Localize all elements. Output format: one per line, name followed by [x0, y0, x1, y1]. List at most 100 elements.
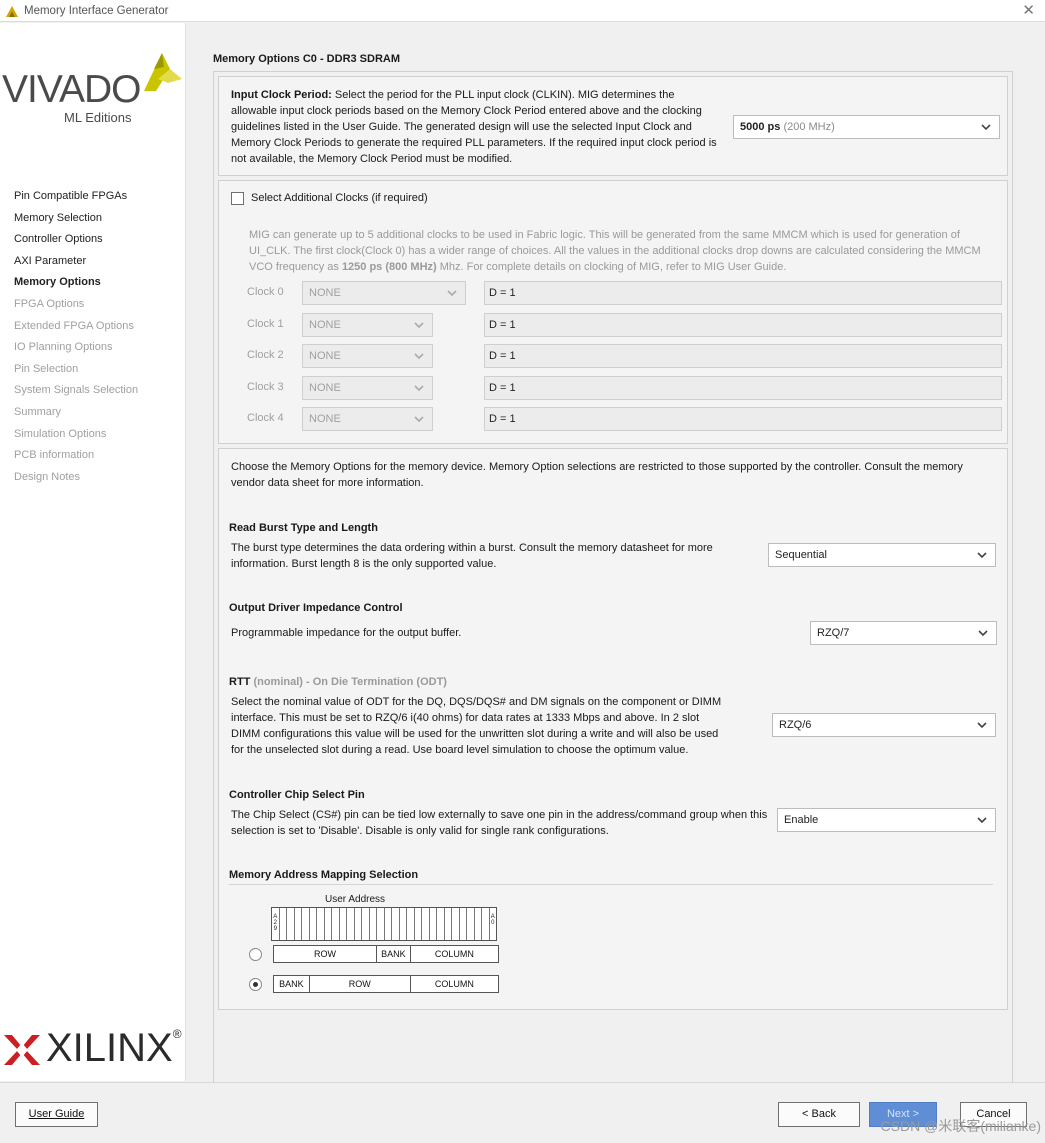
- address-bit-cell: [392, 908, 400, 940]
- rtt-description: Select the nominal value of ODT for the …: [231, 696, 722, 756]
- address-bit-cell: [317, 908, 325, 940]
- segment-row: ROW: [310, 976, 411, 992]
- address-bit-cell: [445, 908, 452, 940]
- rtt-nominal-select[interactable]: RZQ/6: [772, 713, 996, 737]
- user-guide-button[interactable]: User Guide: [15, 1102, 98, 1127]
- address-mapping-radio-2[interactable]: [249, 978, 262, 991]
- chevron-down-icon: [977, 552, 987, 559]
- user-address-bits: A29 A0: [271, 907, 497, 941]
- input-clock-description: Input Clock Period: Select the period fo…: [231, 89, 717, 165]
- clock-3-select[interactable]: NONE: [302, 376, 433, 400]
- read-burst-description: The burst type determines the data order…: [231, 542, 713, 570]
- sidebar-item-summary: Summary: [14, 405, 62, 418]
- edition-label: ML Editions: [64, 110, 132, 125]
- segment-column: COLUMN: [434, 979, 474, 989]
- address-bit-cell: [310, 908, 317, 940]
- lsb-bit-label: A0: [490, 914, 495, 926]
- address-mapping-divider: [229, 884, 993, 885]
- sidebar-item-controller-options[interactable]: Controller Options: [14, 229, 184, 251]
- address-bit-cell: [370, 908, 377, 940]
- output-driver-impedance-select[interactable]: RZQ/7: [810, 621, 997, 645]
- address-bit-cell: [385, 908, 392, 940]
- address-bit-cell: [377, 908, 385, 940]
- chevron-down-icon: [977, 722, 987, 729]
- sidebar-item-io-planning-options: IO Planning Options: [14, 341, 113, 354]
- read-burst-title: Read Burst Type and Length: [229, 522, 378, 534]
- address-bit-cell: [407, 908, 415, 940]
- clock-1-select[interactable]: NONE: [302, 313, 433, 337]
- additional-clocks-panel: Select Additional Clocks (if required) M…: [218, 180, 1008, 444]
- clock-2-divider-field[interactable]: D = 1: [484, 344, 1002, 368]
- xilinx-wordmark: XILINX: [46, 1026, 173, 1070]
- clock-4-divider-field[interactable]: D = 1: [484, 407, 1002, 431]
- sidebar-item-pin-compatible-fpgas[interactable]: Pin Compatible FPGAs: [14, 186, 184, 208]
- sidebar-item-design-notes: Design Notes: [14, 470, 81, 483]
- segment-bank: BANK: [377, 946, 411, 962]
- chevron-down-icon: [414, 322, 424, 329]
- chip-select-pin-select[interactable]: Enable: [777, 808, 996, 832]
- additional-clocks-checkbox[interactable]: [231, 192, 244, 205]
- clock-label: Clock 4: [247, 412, 284, 424]
- clock-4-select[interactable]: NONE: [302, 407, 433, 431]
- address-bit-cell: [355, 908, 362, 940]
- address-bit-cell: [452, 908, 460, 940]
- sidebar-item-memory-options[interactable]: Memory Options: [14, 272, 184, 294]
- back-button[interactable]: < Back: [778, 1102, 860, 1127]
- chevron-down-icon: [414, 385, 424, 392]
- registered-mark: ®: [172, 1027, 182, 1041]
- sidebar-item-pcb-information: PCB information: [14, 449, 95, 462]
- rtt-title: RTT (nominal) - On Die Termination (ODT): [229, 676, 447, 688]
- chevron-down-icon: [977, 817, 987, 824]
- clock-label: Clock 3: [247, 381, 284, 393]
- chevron-down-icon: [447, 290, 457, 297]
- address-bit-cell: [280, 908, 287, 940]
- chevron-down-icon: [981, 124, 991, 131]
- vivado-app-icon: [6, 5, 18, 17]
- clock-label: Clock 1: [247, 318, 284, 330]
- clock-2-select[interactable]: NONE: [302, 344, 433, 368]
- page-title: Memory Options C0 - DDR3 SDRAM: [213, 53, 401, 65]
- clock-0-divider-field[interactable]: D = 1: [484, 281, 1002, 305]
- input-clock-period-select[interactable]: 5000 ps (200 MHz): [733, 115, 1000, 139]
- clock-1-divider-field[interactable]: D = 1: [484, 313, 1002, 337]
- address-bit-cell: [467, 908, 475, 940]
- clock-0-select[interactable]: NONE: [302, 281, 466, 305]
- vivado-logo-mark-icon: [144, 53, 182, 91]
- options-container: Input Clock Period: Select the period fo…: [213, 71, 1013, 1089]
- sidebar-item-system-signals-selection: System Signals Selection: [14, 384, 139, 397]
- address-bit-cell: [415, 908, 422, 940]
- main-content: Memory Options C0 - DDR3 SDRAM Input Clo…: [195, 23, 1020, 1089]
- close-icon[interactable]: ✕: [1022, 1, 1035, 19]
- wizard-steps: Pin Compatible FPGAs Memory Selection Cont…: [14, 186, 184, 488]
- clock-3-divider-field[interactable]: D = 1: [484, 376, 1002, 400]
- sidebar-item-memory-selection[interactable]: Memory Selection: [14, 208, 184, 230]
- xilinx-logo-mark-icon: [4, 1035, 40, 1065]
- address-bit-cell: [340, 908, 347, 940]
- address-mapping-layout-1: ROW BANK COLUMN: [273, 945, 499, 963]
- address-mapping-layout-2: BANK ROW COLUMN: [273, 975, 499, 993]
- sidebar-item-extended-fpga-options: Extended FPGA Options: [14, 319, 134, 332]
- address-bit-cell: [347, 908, 355, 940]
- sidebar-item-pin-selection: Pin Selection: [14, 362, 79, 375]
- address-bit-cell: [362, 908, 370, 940]
- address-bit-cell: [400, 908, 407, 940]
- segment-bank: BANK: [274, 976, 310, 992]
- address-bit-cell: [460, 908, 467, 940]
- address-bit-cell: [325, 908, 332, 940]
- user-address-label: User Address: [325, 894, 386, 905]
- vivado-wordmark: VIVADO: [2, 68, 141, 111]
- additional-clocks-description: MIG can generate up to 5 additional cloc…: [249, 229, 981, 273]
- address-bit-cell: A29: [272, 908, 280, 940]
- clock-label: Clock 2: [247, 349, 284, 361]
- msb-bit-label: A29: [273, 914, 278, 932]
- address-bit-cell: [482, 908, 490, 940]
- segment-column: COLUMN: [434, 949, 474, 959]
- watermark: CSDN @米联客(milianke): [880, 1118, 1041, 1134]
- chevron-down-icon: [414, 353, 424, 360]
- sidebar-item-fpga-options: FPGA Options: [14, 297, 85, 310]
- address-mapping-radio-1[interactable]: [249, 948, 262, 961]
- chip-select-title: Controller Chip Select Pin: [229, 789, 365, 801]
- address-bit-cell: [475, 908, 482, 940]
- sidebar-item-axi-parameter[interactable]: AXI Parameter: [14, 251, 184, 273]
- read-burst-type-select[interactable]: Sequential: [768, 543, 996, 567]
